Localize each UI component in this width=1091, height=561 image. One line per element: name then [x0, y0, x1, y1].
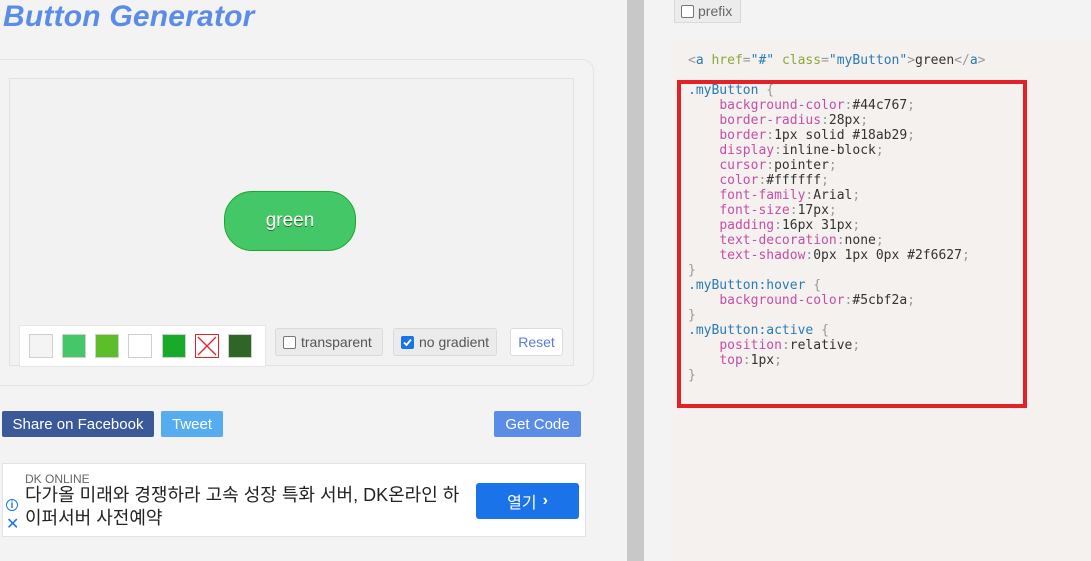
- panel-divider[interactable]: [627, 0, 644, 561]
- swatch-dark-green[interactable]: [162, 334, 186, 358]
- chevron-right-icon: ›: [542, 492, 548, 509]
- ad-text[interactable]: 다가올 미래와 경쟁하라 고속 성장 특화 서버, DK온라인 하이퍼서버 사전…: [25, 484, 465, 530]
- no-gradient-toggle[interactable]: no gradient: [393, 328, 497, 356]
- swatch-forest[interactable]: [228, 334, 252, 358]
- html-snippet-text: green: [915, 53, 955, 68]
- preview-button[interactable]: green: [224, 191, 356, 251]
- transparent-checkbox[interactable]: [283, 335, 296, 349]
- share-facebook-button[interactable]: Share on Facebook: [2, 411, 154, 437]
- highlight-box: [677, 80, 1027, 408]
- no-gradient-label: no gradient: [419, 334, 490, 350]
- html-snippet[interactable]: <a href="#" class="myButton">green</a>: [688, 53, 985, 68]
- ad-info-icon[interactable]: i: [6, 499, 18, 511]
- swatch-white[interactable]: [128, 334, 152, 358]
- get-code-button[interactable]: Get Code: [494, 411, 581, 437]
- swatch-light[interactable]: [29, 334, 53, 358]
- swatch-green[interactable]: [62, 334, 86, 358]
- swatch-none[interactable]: [195, 334, 219, 358]
- swatch-lime[interactable]: [95, 334, 119, 358]
- no-gradient-checkbox[interactable]: [401, 335, 414, 349]
- prefix-toggle[interactable]: prefix: [674, 0, 741, 23]
- prefix-label: prefix: [698, 3, 733, 19]
- tweet-button[interactable]: Tweet: [161, 411, 223, 437]
- ad-open-label: 열기: [507, 495, 537, 512]
- reset-button[interactable]: Reset: [510, 328, 563, 356]
- prefix-checkbox[interactable]: [681, 4, 694, 18]
- ad-close-icon[interactable]: ✕: [6, 517, 19, 533]
- ad-open-button[interactable]: 열기 ›: [476, 483, 579, 519]
- ad-banner[interactable]: DK ONLINE 다가올 미래와 경쟁하라 고속 성장 특화 서버, DK온라…: [2, 463, 586, 537]
- transparent-toggle[interactable]: transparent: [275, 328, 383, 356]
- color-swatches: [19, 325, 266, 367]
- page-title: Button Generator: [3, 0, 255, 33]
- transparent-label: transparent: [301, 334, 372, 350]
